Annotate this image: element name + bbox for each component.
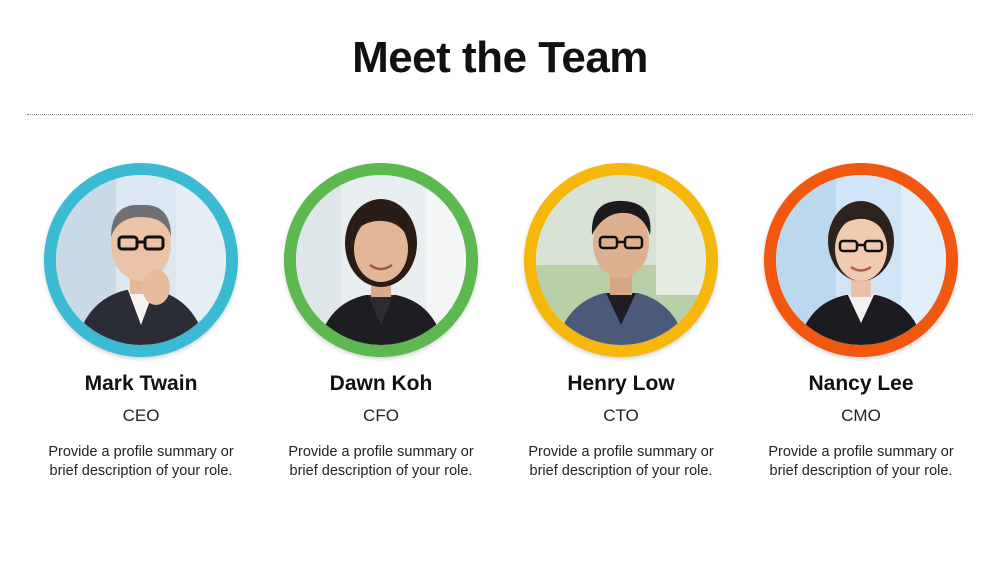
member-description: Provide a profile summary or brief descr…: [288, 444, 474, 479]
team-member-card: Dawn Koh CFO Provide a profile summary o…: [261, 163, 501, 481]
member-name: Nancy Lee: [808, 372, 914, 395]
photo-ring: [524, 163, 718, 357]
member-role: CFO: [363, 406, 399, 425]
woman-portrait-icon: [776, 175, 946, 345]
man-portrait-icon: [536, 175, 706, 345]
team-member-card: Mark Twain CEO Provide a profile summary…: [21, 163, 261, 481]
page-title: Meet the Team: [352, 33, 648, 82]
photo-ring: [764, 163, 958, 357]
member-role: CTO: [603, 406, 639, 425]
member-role: CEO: [122, 406, 160, 425]
photo-ring: [284, 163, 478, 357]
title-divider: [27, 114, 973, 115]
team-member-card: Henry Low CTO Provide a profile summary …: [501, 163, 741, 481]
member-name: Henry Low: [567, 372, 675, 395]
member-name: Dawn Koh: [329, 372, 433, 395]
woman-portrait-icon: [296, 175, 466, 345]
member-role: CMO: [841, 406, 881, 425]
team-member-card: Nancy Lee CMO Provide a profile summary …: [741, 163, 981, 481]
member-description: Provide a profile summary or brief descr…: [48, 444, 234, 479]
member-name: Mark Twain: [84, 372, 198, 395]
man-portrait-icon: [56, 175, 226, 345]
member-description: Provide a profile summary or brief descr…: [528, 444, 714, 479]
member-description: Provide a profile summary or brief descr…: [768, 444, 954, 479]
photo-ring: [44, 163, 238, 357]
